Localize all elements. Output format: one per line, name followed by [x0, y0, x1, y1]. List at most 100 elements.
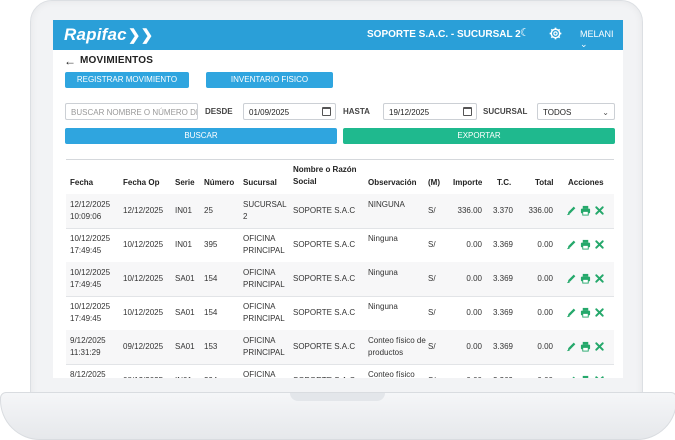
register-movement-button[interactable]: REGISTRAR MOVIMIENTO: [65, 72, 189, 88]
logo-text: Rapifac: [64, 25, 127, 44]
pencil-icon[interactable]: [566, 239, 577, 250]
cell-obs: Ninguna: [368, 302, 398, 311]
cell-fecha-op: 08/12/2025: [123, 375, 173, 378]
cell-serie: IN01: [175, 240, 192, 249]
col-serie[interactable]: Serie: [175, 177, 195, 189]
cell-numero: 154: [204, 308, 218, 317]
cell-numero: 25: [204, 206, 213, 215]
col-total[interactable]: Total: [535, 177, 554, 189]
cell-fecha-op: 12/12/2025: [123, 206, 164, 215]
branch-select[interactable]: TODOS ⌄: [537, 103, 615, 120]
cell-numero: 154: [204, 274, 218, 283]
cell-fecha-op: 10/12/2025: [123, 240, 164, 249]
table-row[interactable]: 10/12/2025 17:49:45 10/12/2025 SA01 154 OFIC…: [66, 296, 614, 331]
pencil-icon[interactable]: [566, 341, 577, 352]
cell-fecha-op: 10/12/2025: [123, 274, 164, 283]
back-arrow-icon[interactable]: ←: [64, 54, 76, 68]
table-row[interactable]: 10/12/2025 17:49:45 10/12/2025 IN01 395 OFIC…: [66, 228, 614, 263]
user-menu[interactable]: MELANI ⌄: [580, 29, 623, 50]
row-actions: [566, 307, 608, 319]
close-icon[interactable]: [594, 341, 605, 352]
col-fecha[interactable]: Fecha: [70, 177, 93, 189]
from-date-field[interactable]: 01/09/2025: [243, 103, 336, 120]
printer-icon[interactable]: [580, 273, 591, 284]
cell-total: 0.00: [537, 240, 553, 249]
col-razon-social[interactable]: Nombre o Razón Social: [293, 164, 363, 188]
cell-fecha-op: 10/12/2025: [123, 308, 164, 317]
cell-razon: SOPORTE S.A.C: [293, 342, 356, 351]
row-actions: [566, 239, 608, 251]
to-date-value: 19/12/2025: [389, 108, 430, 117]
cell-total: 0.00: [537, 308, 553, 317]
close-icon[interactable]: [594, 375, 605, 378]
cell-tc: 3.370: [492, 206, 513, 215]
printer-icon[interactable]: [580, 341, 591, 352]
cell-obs: Ninguna: [368, 268, 398, 277]
cell-tc: 3.369: [492, 342, 513, 351]
cell-tc: 3.369: [492, 274, 513, 283]
to-label: HASTA: [343, 107, 370, 116]
col-numero[interactable]: Número: [204, 177, 234, 189]
cell-m: S/: [428, 308, 436, 317]
cell-razon: SOPORTE S.A.C: [293, 206, 356, 215]
cell-sucursal: OFICINA PRINCIPAL: [243, 268, 285, 289]
close-icon[interactable]: [594, 307, 605, 318]
cell-serie: SA01: [175, 274, 195, 283]
col-moneda[interactable]: (M): [428, 177, 440, 189]
cell-m: S/: [428, 375, 448, 378]
row-actions: [566, 341, 608, 353]
printer-icon[interactable]: [580, 307, 591, 318]
cell-m: S/: [428, 240, 436, 249]
cell-serie: IN01: [175, 375, 203, 378]
pencil-icon[interactable]: [566, 307, 577, 318]
cell-fecha: 9/12/2025 11:31:29: [70, 336, 106, 357]
gear-icon[interactable]: [549, 27, 562, 40]
pencil-icon[interactable]: [566, 205, 577, 216]
search-input[interactable]: BUSCAR NOMBRE O NÚMERO DE: [65, 103, 198, 120]
col-observacion[interactable]: Observación: [368, 177, 416, 189]
pencil-icon[interactable]: [566, 273, 577, 284]
close-icon[interactable]: [594, 239, 605, 250]
printer-icon[interactable]: [580, 205, 591, 216]
chevron-down-icon: ⌄: [602, 108, 609, 117]
table-row[interactable]: 10/12/2025 17:49:45 10/12/2025 SA01 154 OFIC…: [66, 262, 614, 297]
chevron-down-icon: ⌄: [580, 39, 588, 49]
physical-inventory-button[interactable]: INVENTARIO FISICO: [206, 72, 333, 88]
table-row[interactable]: 8/12/2025 08/12/2025IN01394OFICINA SOPORTE…: [66, 364, 614, 378]
col-tc[interactable]: T.C.: [497, 177, 511, 189]
branch-value: TODOS: [543, 108, 572, 117]
search-button[interactable]: BUSCAR: [65, 128, 337, 144]
calendar-icon[interactable]: [463, 107, 472, 116]
cell-m: S/: [428, 274, 436, 283]
cell-razon: SOPORTE S.A.C: [293, 375, 363, 378]
close-icon[interactable]: [594, 273, 605, 284]
close-icon[interactable]: [594, 205, 605, 216]
table-row[interactable]: 12/12/2025 10:09:06 12/12/2025 IN01 25 SUCUR…: [66, 194, 614, 229]
cell-total: 0.00: [518, 375, 553, 378]
from-label: DESDE: [205, 107, 233, 116]
printer-icon[interactable]: [580, 239, 591, 250]
cell-total: 0.00: [537, 274, 553, 283]
cell-tc: 3.369: [487, 375, 513, 378]
row-actions: [566, 375, 608, 378]
cell-fecha: 10/12/2025 17:49:45: [70, 268, 111, 289]
moon-icon[interactable]: ☾: [520, 28, 531, 39]
cell-importe: 0.00: [466, 342, 482, 351]
cell-sucursal: OFICINA: [243, 370, 276, 378]
branch-label: SUCURSAL: [483, 107, 528, 116]
table-row[interactable]: 9/12/2025 11:31:29 09/12/2025 SA01 153 OFICI…: [66, 330, 614, 365]
top-bar: Rapifac❯❯ SOPORTE S.A.C. - SUCURSAL 2 ☾ …: [53, 20, 623, 50]
export-button[interactable]: EXPORTAR: [343, 128, 615, 144]
col-sucursal[interactable]: Sucursal: [243, 177, 277, 189]
app-logo[interactable]: Rapifac❯❯: [64, 25, 153, 45]
pencil-icon[interactable]: [566, 375, 577, 378]
calendar-icon[interactable]: [322, 107, 331, 116]
cell-importe: 0.00: [450, 375, 482, 378]
printer-icon[interactable]: [580, 375, 591, 378]
cell-numero: 153: [204, 342, 218, 351]
to-date-field[interactable]: 19/12/2025: [383, 103, 477, 120]
col-fecha-op[interactable]: Fecha Op: [123, 177, 159, 189]
cell-total: 0.00: [537, 342, 553, 351]
col-importe[interactable]: Importe: [453, 177, 482, 189]
cell-tc: 3.369: [492, 240, 513, 249]
